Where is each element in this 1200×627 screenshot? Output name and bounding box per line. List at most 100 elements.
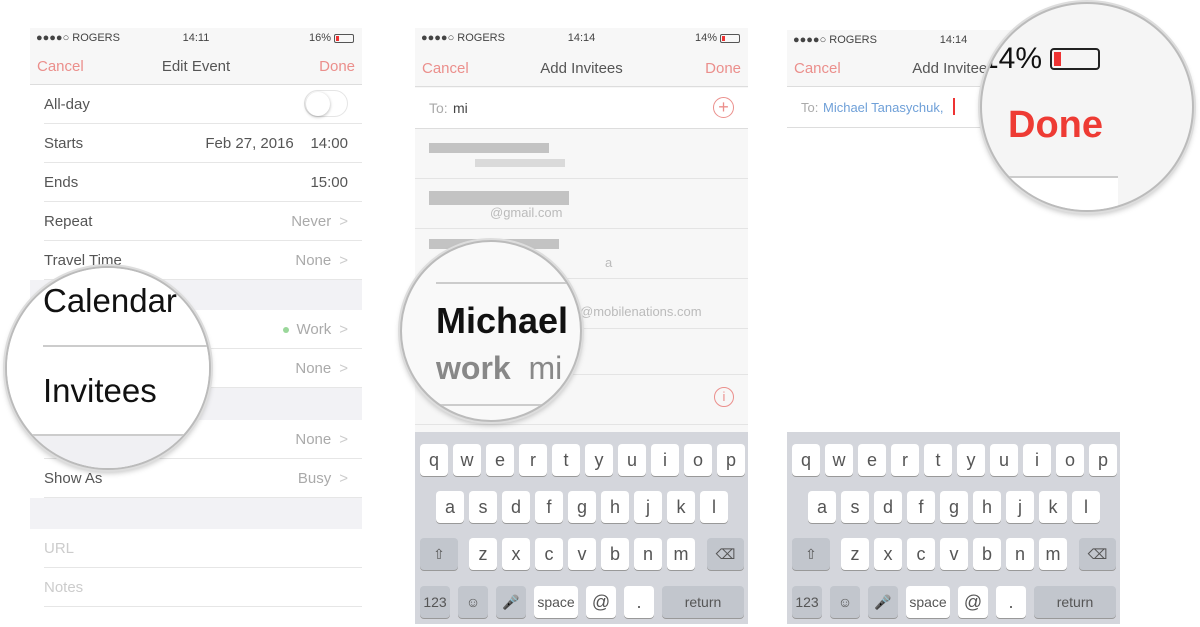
at-key[interactable]: @: [958, 586, 988, 618]
key-i[interactable]: i: [1023, 444, 1051, 476]
all-day-toggle[interactable]: [304, 90, 348, 117]
backspace-key[interactable]: ⌫: [1079, 538, 1116, 570]
to-field[interactable]: To: mi +: [415, 88, 748, 129]
battery-icon: [334, 33, 354, 43]
key-y[interactable]: y: [957, 444, 985, 476]
key-x[interactable]: x: [874, 538, 902, 570]
key-q[interactable]: q: [792, 444, 820, 476]
page-title: Add Invitees: [540, 60, 623, 77]
key-z[interactable]: z: [841, 538, 869, 570]
space-key[interactable]: space: [534, 586, 578, 618]
shift-key[interactable]: ⇧: [420, 538, 458, 570]
key-d[interactable]: d: [502, 491, 530, 523]
shift-key[interactable]: ⇧: [792, 538, 830, 570]
key-x[interactable]: x: [502, 538, 530, 570]
key-o[interactable]: o: [1056, 444, 1084, 476]
key-c[interactable]: c: [535, 538, 563, 570]
key-t[interactable]: t: [924, 444, 952, 476]
numbers-key[interactable]: 123: [420, 586, 450, 618]
key-a[interactable]: a: [808, 491, 836, 523]
chevron-right-icon: >: [339, 213, 348, 230]
magnifier-invitees: Calendar Invitees: [5, 266, 211, 470]
key-g[interactable]: g: [568, 491, 596, 523]
key-w[interactable]: w: [825, 444, 853, 476]
key-e[interactable]: e: [486, 444, 514, 476]
emoji-key[interactable]: ☺: [458, 586, 488, 618]
url-field[interactable]: URL: [30, 529, 362, 568]
notes-field[interactable]: Notes: [30, 568, 362, 607]
key-o[interactable]: o: [684, 444, 712, 476]
period-key[interactable]: .: [996, 586, 1026, 618]
key-p[interactable]: p: [1089, 444, 1117, 476]
key-n[interactable]: n: [634, 538, 662, 570]
key-s[interactable]: s: [841, 491, 869, 523]
key-g[interactable]: g: [940, 491, 968, 523]
key-i[interactable]: i: [651, 444, 679, 476]
key-e[interactable]: e: [858, 444, 886, 476]
emoji-key[interactable]: ☺: [830, 586, 860, 618]
battery-icon: [720, 33, 740, 43]
key-b[interactable]: b: [973, 538, 1001, 570]
key-p[interactable]: p: [717, 444, 745, 476]
key-n[interactable]: n: [1006, 538, 1034, 570]
magnified-invitees-label[interactable]: Invitees: [43, 372, 157, 410]
key-w[interactable]: w: [453, 444, 481, 476]
key-r[interactable]: r: [519, 444, 547, 476]
row-value: Busy >: [297, 470, 348, 487]
page-title: Edit Event: [161, 58, 231, 75]
key-u[interactable]: u: [618, 444, 646, 476]
done-button[interactable]: Done: [1008, 104, 1103, 147]
key-u[interactable]: u: [990, 444, 1018, 476]
row-label: Show As: [44, 470, 103, 487]
info-icon[interactable]: i: [714, 387, 734, 407]
key-k[interactable]: k: [1039, 491, 1067, 523]
key-b[interactable]: b: [601, 538, 629, 570]
key-y[interactable]: y: [585, 444, 613, 476]
row-repeat[interactable]: Repeat Never >: [30, 202, 362, 241]
key-l[interactable]: l: [1072, 491, 1100, 523]
key-a[interactable]: a: [436, 491, 464, 523]
dictation-key[interactable]: 🎤: [496, 586, 526, 618]
contact-suggestion[interactable]: @gmail.com: [415, 179, 748, 229]
key-r[interactable]: r: [891, 444, 919, 476]
key-c[interactable]: c: [907, 538, 935, 570]
key-s[interactable]: s: [469, 491, 497, 523]
period-key[interactable]: .: [624, 586, 654, 618]
return-key[interactable]: return: [662, 586, 744, 618]
row-starts[interactable]: Starts Feb 27, 2016 14:00: [30, 124, 362, 163]
key-k[interactable]: k: [667, 491, 695, 523]
key-v[interactable]: v: [568, 538, 596, 570]
key-j[interactable]: j: [1006, 491, 1034, 523]
key-m[interactable]: m: [667, 538, 695, 570]
contact-suggestion[interactable]: [415, 129, 748, 179]
backspace-key[interactable]: ⌫: [707, 538, 744, 570]
key-f[interactable]: f: [535, 491, 563, 523]
key-t[interactable]: t: [552, 444, 580, 476]
status-bar: ●●●●○ ROGERS 14:11 16%: [30, 28, 362, 48]
key-f[interactable]: f: [907, 491, 935, 523]
key-h[interactable]: h: [973, 491, 1001, 523]
row-ends[interactable]: Ends 15:00: [30, 163, 362, 202]
key-z[interactable]: z: [469, 538, 497, 570]
numbers-key[interactable]: 123: [792, 586, 822, 618]
key-v[interactable]: v: [940, 538, 968, 570]
invitee-token[interactable]: Michael Tanasychuk,: [823, 100, 943, 115]
add-contact-icon[interactable]: +: [713, 97, 734, 118]
return-key[interactable]: return: [1034, 586, 1116, 618]
key-q[interactable]: q: [420, 444, 448, 476]
at-key[interactable]: @: [586, 586, 616, 618]
row-all-day[interactable]: All-day: [30, 85, 362, 124]
key-m[interactable]: m: [1039, 538, 1067, 570]
key-d[interactable]: d: [874, 491, 902, 523]
key-h[interactable]: h: [601, 491, 629, 523]
done-button[interactable]: Done: [705, 60, 741, 77]
magnified-contact-name[interactable]: Michael: [436, 300, 568, 342]
done-button[interactable]: Done: [319, 58, 355, 75]
row-label: All-day: [44, 96, 90, 113]
space-key[interactable]: space: [906, 586, 950, 618]
to-input[interactable]: mi: [453, 100, 468, 116]
key-l[interactable]: l: [700, 491, 728, 523]
key-j[interactable]: j: [634, 491, 662, 523]
dictation-key[interactable]: 🎤: [868, 586, 898, 618]
magnified-battery-percent: 14%: [982, 42, 1043, 75]
